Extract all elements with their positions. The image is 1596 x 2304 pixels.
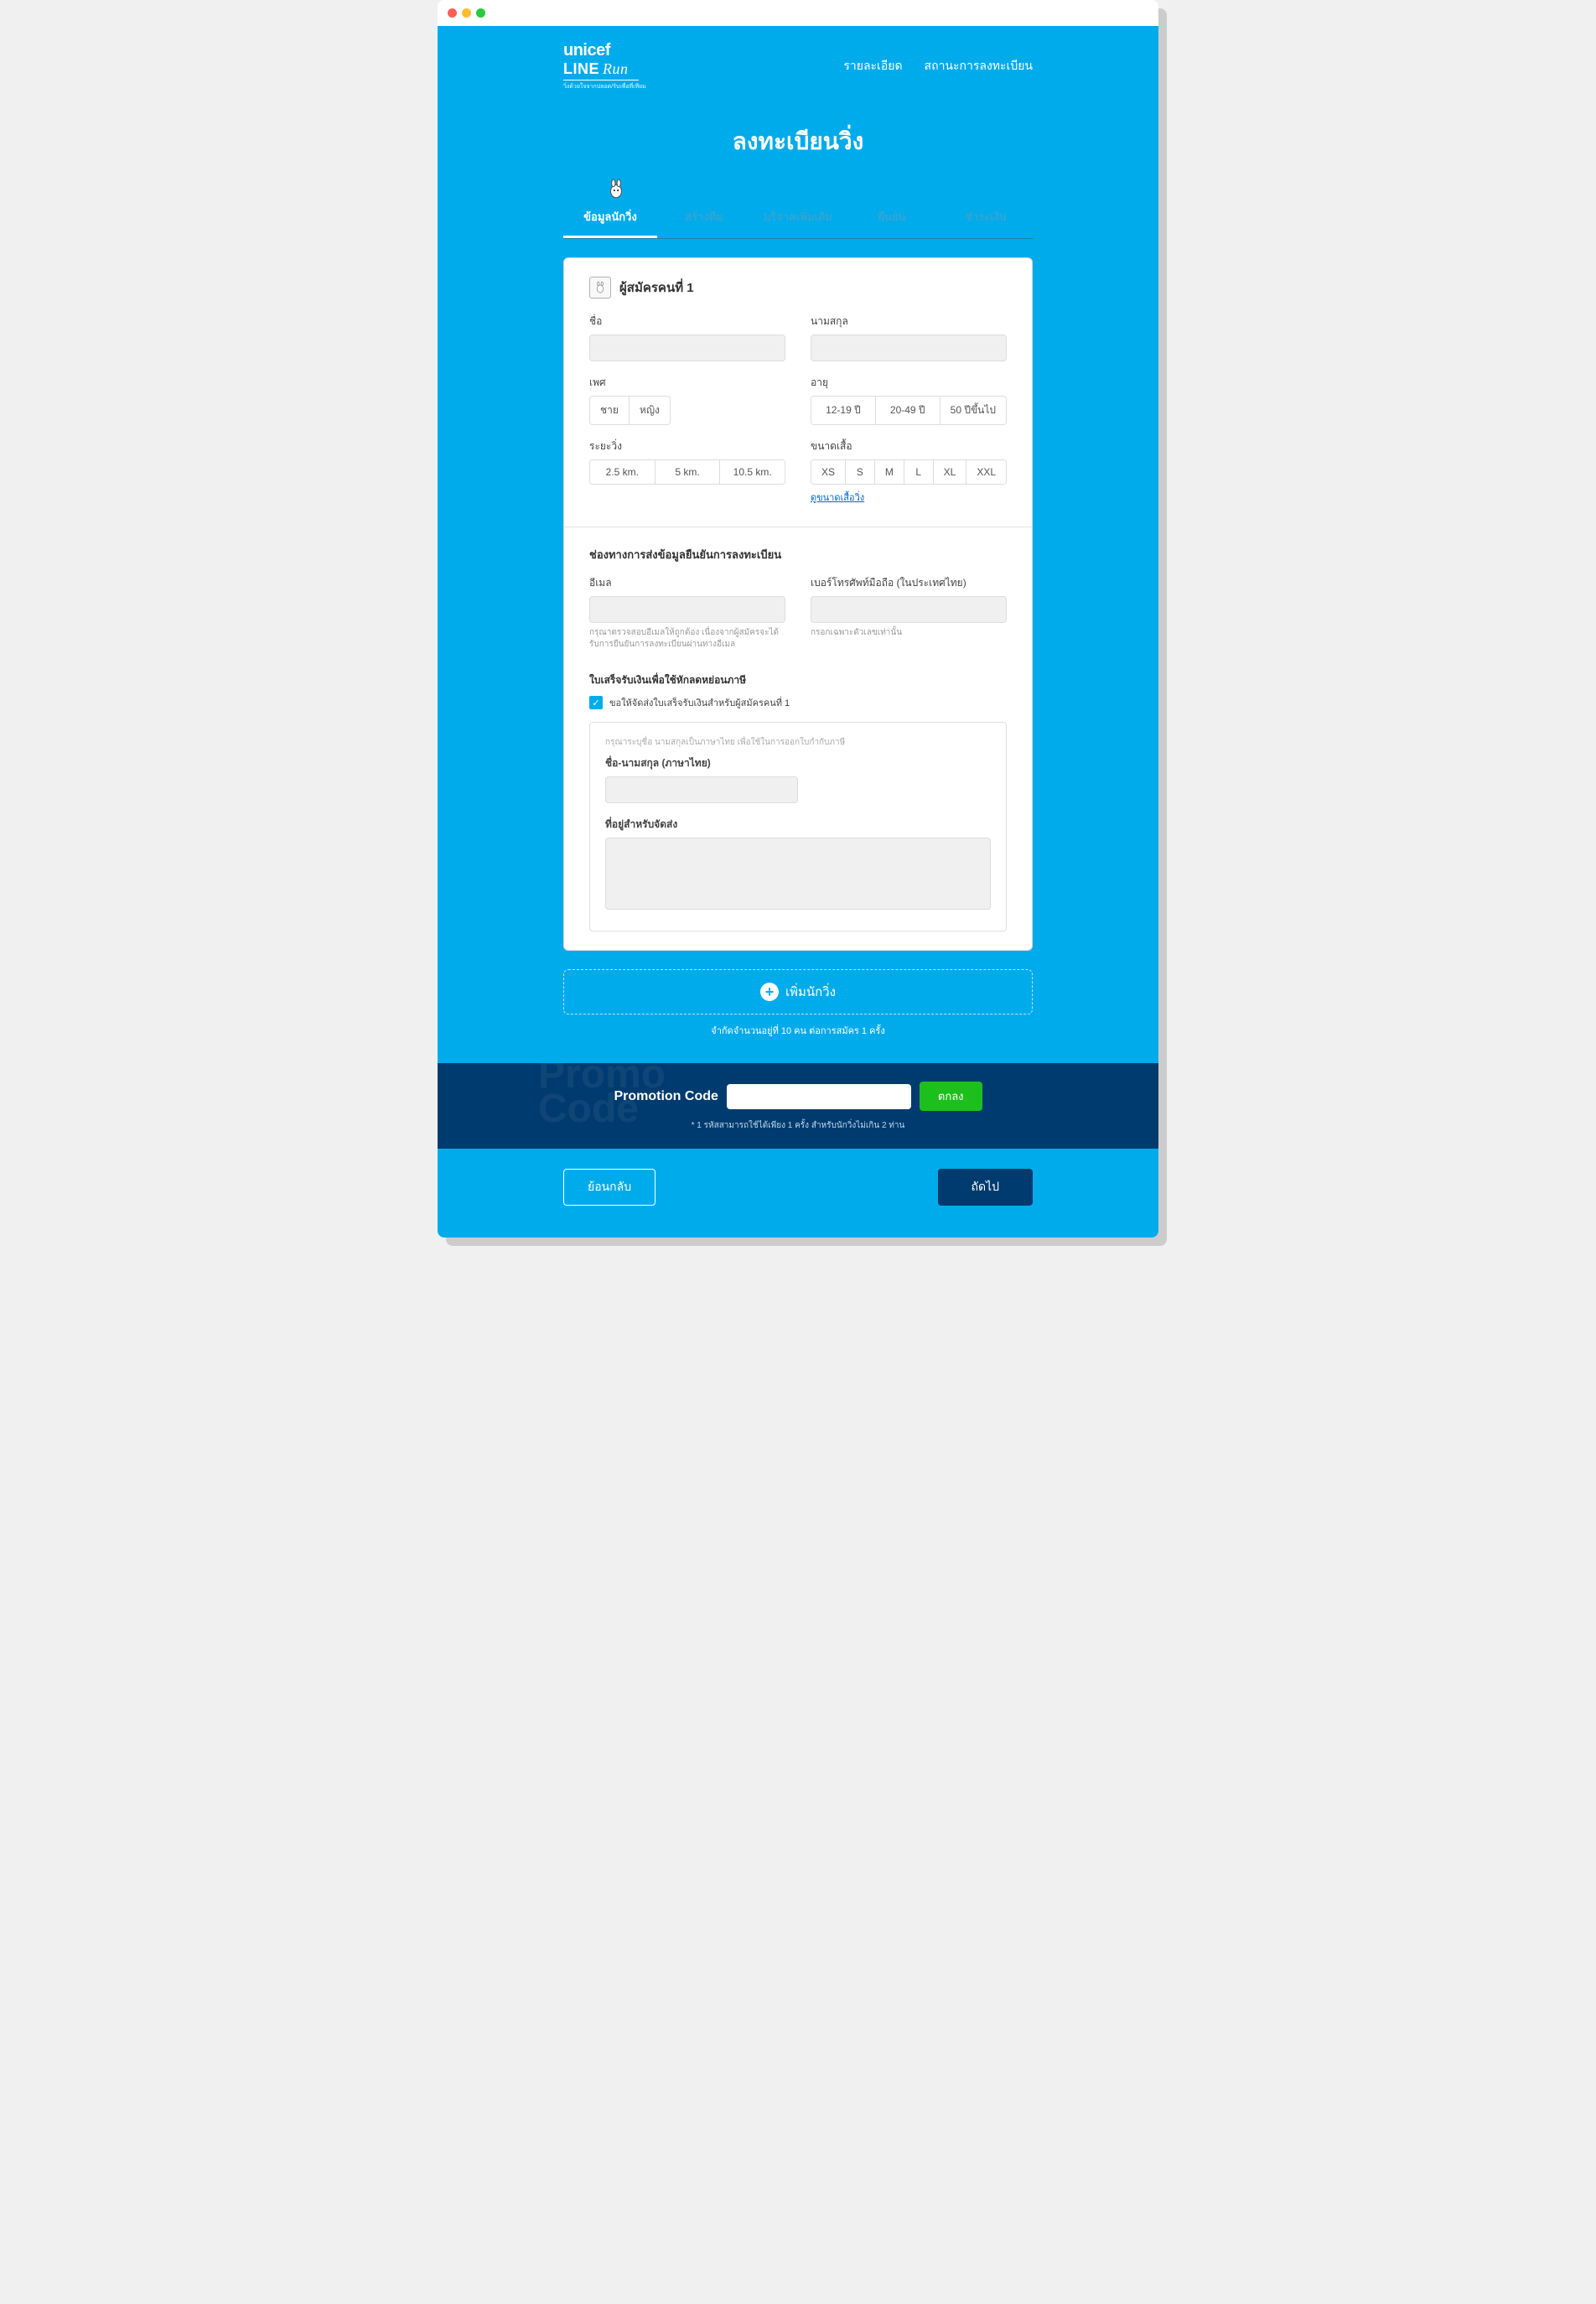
- promo-submit-button[interactable]: ตกลง: [920, 1082, 982, 1111]
- step-tabs: ข้อมูลนักวิ่ง สร้างทีม บริจาคเพิ่มเติม ย…: [563, 198, 1033, 239]
- age-50-plus[interactable]: 50 ปีขึ้นไป: [940, 397, 1006, 424]
- gender-male[interactable]: ชาย: [590, 397, 630, 424]
- distance-label: ระยะวิ่ง: [589, 438, 785, 454]
- receipt-checkbox-label: ขอให้จัดส่งใบเสร็จรับเงินสำหรับผู้สมัครค…: [609, 695, 790, 710]
- thai-name-label: ชื่อ-นามสกุล (ภาษาไทย): [605, 755, 991, 771]
- distance-2-5[interactable]: 2.5 km.: [590, 460, 656, 484]
- promo-note: * 1 รหัสสามารถใช้ได้เพียง 1 ครั้ง สำหรับ…: [438, 1119, 1158, 1132]
- promo-input[interactable]: [727, 1084, 911, 1109]
- shirt-segment: XS S M L XL XXL: [811, 459, 1007, 485]
- tab-runner-info[interactable]: ข้อมูลนักวิ่ง: [563, 198, 657, 238]
- receipt-checkbox[interactable]: ✓: [589, 696, 603, 709]
- page-title: ลงทะเบียนวิ่ง: [563, 100, 1033, 177]
- age-label: อายุ: [811, 375, 1007, 391]
- next-button[interactable]: ถัดไป: [938, 1169, 1034, 1206]
- firstname-label: ชื่อ: [589, 314, 785, 330]
- window-max-dot[interactable]: [476, 8, 485, 18]
- size-xs[interactable]: XS: [811, 460, 846, 484]
- promo-section: Promo Code Promotion Code ตกลง * 1 รหัสส…: [438, 1063, 1158, 1149]
- logo-line1: unicef: [563, 41, 646, 60]
- size-xxl[interactable]: XXL: [966, 460, 1006, 484]
- lastname-input[interactable]: [811, 335, 1007, 361]
- address-textarea[interactable]: [605, 838, 991, 910]
- thai-name-input[interactable]: [605, 776, 798, 803]
- add-runner-label: เพิ่มนักวิ่ง: [785, 982, 836, 1002]
- phone-helper: กรอกเฉพาะตัวเลขเท่านั้น: [811, 627, 1007, 639]
- receipt-hint: กรุณาระบุชื่อ นามสกุลเป็นภาษาไทย เพื่อใช…: [605, 736, 991, 749]
- size-l[interactable]: L: [904, 460, 934, 484]
- email-label: อีเมล: [589, 575, 785, 591]
- limit-note: จำกัดจำนวนอยู่ที่ 10 คน ต่อการสมัคร 1 คร…: [563, 1023, 1033, 1063]
- add-runner-button[interactable]: + เพิ่มนักวิ่ง: [563, 969, 1033, 1014]
- size-m[interactable]: M: [875, 460, 904, 484]
- gender-segment: ชาย หญิง: [589, 396, 671, 425]
- size-xl[interactable]: XL: [934, 460, 967, 484]
- distance-segment: 2.5 km. 5 km. 10.5 km.: [589, 459, 785, 485]
- tab-payment[interactable]: ชำระเงิน: [939, 198, 1033, 238]
- tab-create-team[interactable]: สร้างทีม: [657, 198, 751, 238]
- shirt-label: ขนาดเสื้อ: [811, 438, 1007, 454]
- address-label: ที่อยู่สำหรับจัดส่ง: [605, 817, 991, 833]
- tab-donate[interactable]: บริจาคเพิ่มเติม: [751, 198, 845, 238]
- top-nav: รายละเอียด สถานะการลงทะเบียน: [843, 57, 1033, 75]
- applicant-avatar-icon: [589, 277, 611, 298]
- age-12-19[interactable]: 12-19 ปี: [811, 397, 876, 424]
- back-button[interactable]: ย้อนกลับ: [563, 1169, 656, 1206]
- gender-label: เพศ: [589, 375, 785, 391]
- size-s[interactable]: S: [846, 460, 875, 484]
- receipt-box: กรุณาระบุชื่อ นามสกุลเป็นภาษาไทย เพื่อใช…: [589, 722, 1007, 931]
- distance-10-5[interactable]: 10.5 km.: [720, 460, 785, 484]
- contact-section-title: ช่องทางการส่งข้อมูลยืนยันการลงทะเบียน: [589, 546, 1007, 563]
- logo-line2: LINE Run: [563, 60, 646, 78]
- tab-confirm[interactable]: ยืนยัน: [845, 198, 939, 238]
- phone-input[interactable]: [811, 596, 1007, 623]
- plus-icon: +: [760, 983, 779, 1001]
- nav-details[interactable]: รายละเอียด: [843, 57, 902, 75]
- gender-female[interactable]: หญิง: [630, 397, 670, 424]
- bunny-mascot-icon: [605, 179, 627, 200]
- shirt-size-link[interactable]: ดูขนาดเสื้อวิ่ง: [811, 490, 864, 505]
- promo-label: Promotion Code: [614, 1089, 718, 1104]
- age-segment: 12-19 ปี 20-49 ปี 50 ปีขึ้นไป: [811, 396, 1007, 425]
- form-card: ผู้สมัครคนที่ 1 ชื่อ นามสกุล: [563, 257, 1033, 951]
- email-input[interactable]: [589, 596, 785, 623]
- firstname-input[interactable]: [589, 335, 785, 361]
- lastname-label: นามสกุล: [811, 314, 1007, 330]
- email-helper: กรุณาตรวจสอบอีเมลให้ถูกต้อง เนื่องจากผู้…: [589, 627, 785, 651]
- logo-tagline: วิ่งด้วยใจจากปลอด/รับเพื่อที่เทียม: [563, 82, 646, 91]
- window-close-dot[interactable]: [448, 8, 457, 18]
- window-min-dot[interactable]: [462, 8, 471, 18]
- distance-5[interactable]: 5 km.: [656, 460, 721, 484]
- logo: unicef LINE Run วิ่งด้วยใจจากปลอด/รับเพื…: [563, 41, 646, 91]
- nav-status[interactable]: สถานะการลงทะเบียน: [925, 57, 1033, 75]
- phone-label: เบอร์โทรศัพท์มือถือ (ในประเทศไทย): [811, 575, 1007, 591]
- browser-titlebar: [438, 0, 1158, 26]
- receipt-section-title: ใบเสร็จรับเงินเพื่อใช้หักลดหย่อนภาษี: [589, 672, 1007, 688]
- age-20-49[interactable]: 20-49 ปี: [876, 397, 940, 424]
- applicant-title: ผู้สมัครคนที่ 1: [619, 278, 694, 298]
